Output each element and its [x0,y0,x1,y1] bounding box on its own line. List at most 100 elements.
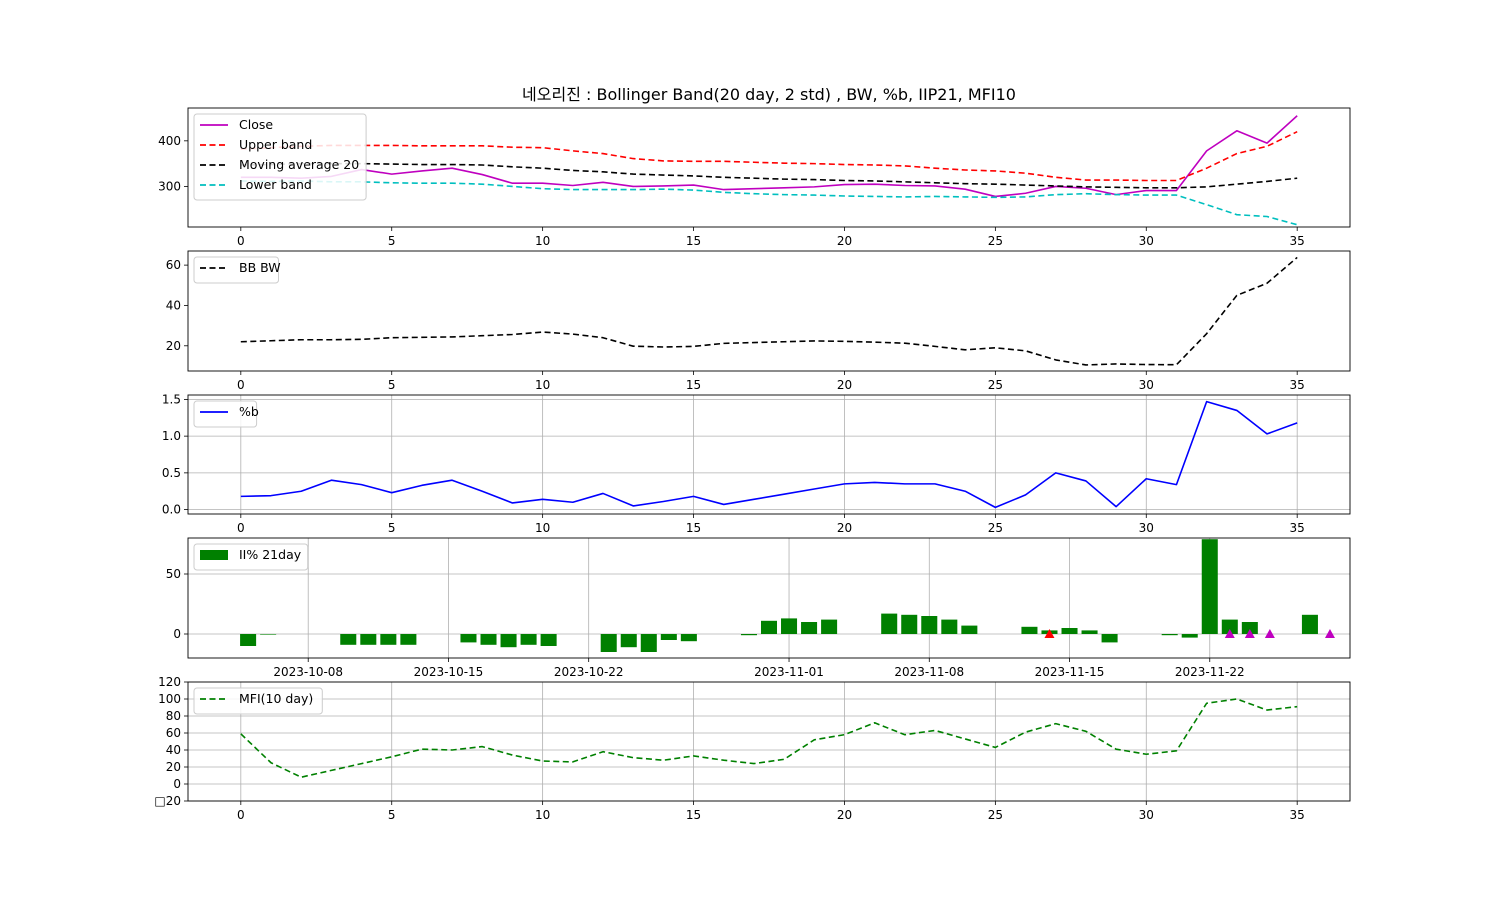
x-tick-label: 5 [388,521,396,535]
x-tick-label: 0 [237,521,245,535]
x-tick-label: 25 [988,521,1003,535]
x-tick-label: 20 [837,808,852,822]
y-tick-label: 1.5 [162,392,181,406]
legend-label: %b [239,404,259,419]
bar [1201,539,1218,634]
x-tick-label: 0 [237,378,245,392]
bar [1081,630,1098,634]
bar [640,634,657,652]
bar [941,619,958,634]
panel-2: 0 5 10 15 20 25 30 35 20 40 60 BB BW [166,250,1351,392]
bar [740,634,757,636]
x-tick-label: 30 [1139,234,1154,248]
x-tick-label: 25 [988,234,1003,248]
x-tick-label: 25 [988,378,1003,392]
x-tick-label: 0 [237,808,245,822]
bar [260,634,277,635]
x-tick-label: 35 [1290,234,1305,248]
bar [400,634,417,645]
bar [480,634,497,645]
bar [961,625,978,634]
y-tick-label: 1.0 [162,429,181,443]
x-tick-label: 10 [535,808,550,822]
x-tick-label: 10 [535,234,550,248]
x-tick-label: 20 [837,521,852,535]
bar [901,614,918,634]
y-tick-label: 80 [166,709,181,723]
y-tick-label: 0.0 [162,503,181,517]
bar [460,634,477,643]
y-tick-label: 400 [158,134,181,148]
x-tick-label: 35 [1290,808,1305,822]
y-tick-label: 120 [158,675,181,689]
x-tick-label: 5 [388,378,396,392]
x-tick-label: 30 [1139,808,1154,822]
panel-5: 0 5 10 15 20 25 30 35 □20 0 20 40 60 80 100 120 MFI(10 d… [154,675,1351,822]
bar [520,634,537,645]
panels-container: 0 5 10 15 20 25 30 35300400CloseUpper bandMovin… [154,107,1351,822]
bar [380,634,397,645]
legend-label: Upper band [239,137,312,152]
y-tick-label: 20 [166,760,181,774]
x-tick-label: 5 [388,234,396,248]
x-tick-label: 2023-11-01 [754,665,824,679]
bar [540,634,557,646]
legend-label: Lower band [239,177,312,192]
legend-label: II% 21day [239,547,302,562]
legend-label: Moving average 20 [239,157,359,172]
y-tick-label: 0.5 [162,466,181,480]
y-tick-label: 300 [158,179,181,193]
legend-label: BB BW [239,260,281,275]
panel-4: 2023-10-08 2023-10-15 2023-10-22 2023-11-01… [166,537,1351,679]
y-tick-label: 40 [166,743,181,757]
bar [500,634,517,648]
figure-title: 네오리진 : Bollinger Band(20 day, 2 std) , B… [522,85,1016,104]
bar [680,634,697,642]
x-tick-label: 20 [837,378,852,392]
bar [781,618,798,634]
legend-label: Close [239,117,273,132]
x-tick-label: 2023-11-15 [1035,665,1105,679]
y-tick-label: □20 [154,794,181,808]
y-tick-label: 0 [173,777,181,791]
bar [1061,628,1078,634]
x-tick-label: 2023-10-08 [273,665,343,679]
y-tick-label: 40 [166,298,181,312]
x-tick-label: 2023-10-15 [414,665,484,679]
x-tick-label: 2023-11-22 [1175,665,1245,679]
panel-1: 0 5 10 15 20 25 30 35 300 400 Close Upper band Movin… [158,107,1351,248]
chart-figure: 네오리진 : Bollinger Band(20 day, 2 std) , B… [0,0,1500,900]
bar [881,613,898,634]
bar [660,634,677,640]
bar [921,616,938,634]
x-tick-label: 2023-11-08 [894,665,964,679]
y-tick-label: 60 [166,726,181,740]
plot-area [188,251,1350,371]
bar [1101,634,1118,643]
legend: BB BW [193,256,281,284]
bar [620,634,637,648]
bar [360,634,377,645]
y-tick-label: 100 [158,692,181,706]
legend-swatch [200,550,228,560]
bar [760,620,778,634]
x-tick-label: 20 [837,234,852,248]
legend: MFI(10 day) [193,687,323,715]
y-tick-label: 20 [166,339,181,353]
x-tick-label: 35 [1290,378,1305,392]
x-tick-label: 5 [388,808,396,822]
x-tick-label: 25 [988,808,1003,822]
bar [801,622,818,634]
y-tick-label: 0 [173,627,181,641]
x-tick-label: 0 [237,234,245,248]
legend-label: MFI(10 day) [239,691,313,706]
y-tick-label: 60 [166,258,181,272]
panel-3: 0 5 10 15 20 25 30 35 0.0 0.5 1.0 1.5 %b [162,392,1351,535]
legend: II% 21day [193,543,309,571]
x-tick-label: 35 [1290,521,1305,535]
x-tick-label: 10 [535,378,550,392]
plot-area [188,682,1350,801]
x-tick-label: 15 [686,808,701,822]
bar [600,634,617,652]
x-tick-label: 15 [686,378,701,392]
